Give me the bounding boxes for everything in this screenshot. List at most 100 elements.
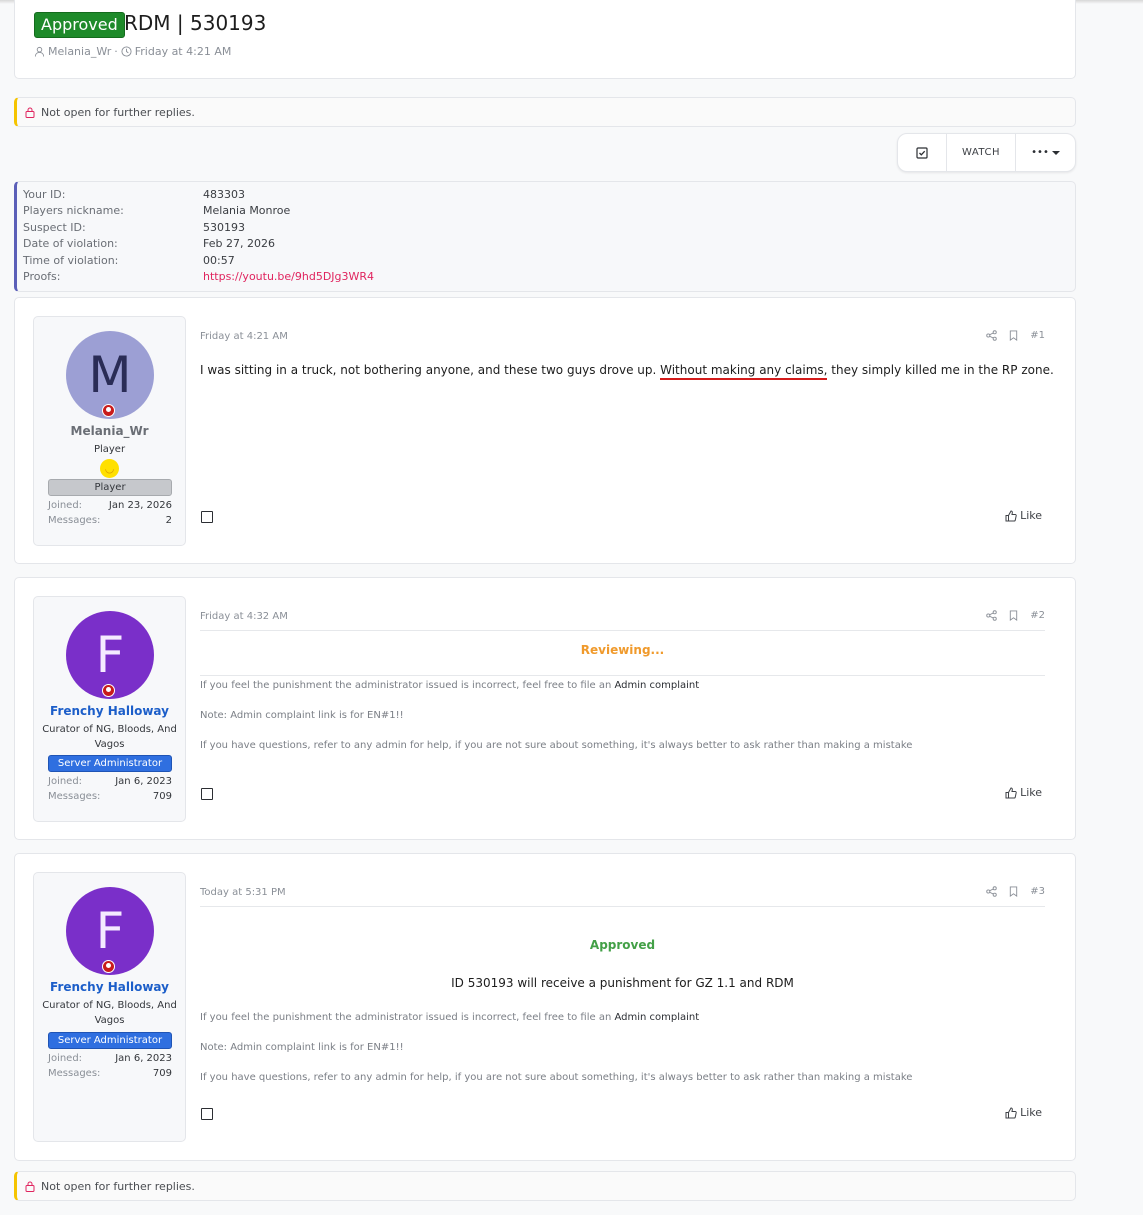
post-number[interactable]: #1 — [1030, 330, 1045, 341]
bookmark-icon[interactable] — [1008, 330, 1019, 341]
thread-author[interactable]: Melania_Wr — [48, 45, 111, 58]
user-banner: Server Administrator — [48, 755, 172, 772]
info-value-suspect-id: 530193 — [203, 221, 245, 234]
info-label-suspect-id: Suspect ID: — [23, 221, 86, 234]
post-actions: #3 — [986, 886, 1045, 897]
joined-value: Jan 6, 2023 — [115, 776, 172, 787]
info-value-your-id: 483303 — [203, 188, 245, 201]
locked-notice-top: Not open for further replies. — [14, 97, 1076, 127]
user-panel: F Frenchy Halloway Curator of NG, Bloods… — [33, 596, 186, 822]
divider — [200, 630, 1045, 631]
select-post-checkbox[interactable] — [201, 1108, 213, 1120]
thread-meta: Melania_Wr · Friday at 4:21 AM — [34, 45, 231, 58]
messages-stat: Messages: 709 — [48, 1068, 172, 1079]
more-options-button[interactable]: ••• — [1016, 134, 1075, 171]
status-dot — [103, 961, 114, 972]
user-banner: Player — [48, 479, 172, 496]
messages-stat: Messages: 709 — [48, 791, 172, 802]
messages-label: Messages: — [48, 1068, 101, 1079]
proofs-link[interactable]: https://youtu.be/9hd5DJg3WR4 — [203, 270, 374, 283]
watch-button[interactable]: WATCH — [947, 134, 1016, 171]
lock-icon — [25, 107, 35, 118]
post-date[interactable]: Today at 5:31 PM — [200, 887, 286, 898]
joined-value: Jan 6, 2023 — [115, 1053, 172, 1064]
select-post-checkbox[interactable] — [201, 511, 213, 523]
post-1: M Melania_Wr Player ◡ Player Joined: Jan… — [14, 297, 1076, 564]
locked-notice-text: Not open for further replies. — [41, 1179, 195, 1193]
thread-header: Approved RDM | 530193 Melania_Wr · Frida… — [14, 0, 1076, 79]
like-label: Like — [1020, 1106, 1042, 1119]
post-actions: #1 — [986, 330, 1045, 341]
messages-value[interactable]: 709 — [153, 1068, 172, 1079]
help-line: If you have questions, refer to any admi… — [200, 740, 913, 751]
messages-label: Messages: — [48, 791, 101, 802]
bookmark-icon[interactable] — [1008, 610, 1019, 621]
select-post-checkbox[interactable] — [201, 788, 213, 800]
checkbox-check-icon — [916, 146, 928, 159]
post-message: I was sitting in a truck, not bothering … — [200, 363, 1054, 380]
complaint-info-block: Your ID: 483303 Players nickname: Melani… — [14, 181, 1076, 292]
info-label-proofs: Proofs: — [23, 270, 61, 283]
divider — [200, 906, 1045, 907]
messages-value[interactable]: 2 — [166, 515, 172, 526]
status-approved: Approved — [589, 938, 656, 952]
messages-label: Messages: — [48, 515, 101, 526]
status-indicator — [102, 404, 115, 417]
messages-value[interactable]: 709 — [153, 791, 172, 802]
share-icon[interactable] — [986, 886, 997, 897]
admin-complaint-link[interactable]: Admin complaint — [614, 680, 699, 691]
message-text-end: they simply killed me in the RP zone. — [827, 363, 1054, 377]
user-title: Curator of NG, Bloods, And Vagos — [42, 724, 177, 750]
user-icon — [34, 46, 45, 57]
joined-label: Joined: — [48, 776, 83, 787]
thumbs-up-icon — [1005, 786, 1017, 798]
thread-action-group: WATCH ••• — [897, 133, 1076, 172]
share-icon[interactable] — [986, 610, 997, 621]
admin-complaint-link[interactable]: Admin complaint — [614, 1012, 699, 1023]
help-line: If you have questions, refer to any admi… — [200, 1072, 913, 1083]
status-dot — [103, 685, 114, 696]
like-label: Like — [1020, 786, 1042, 799]
locked-notice-text: Not open for further replies. — [41, 105, 195, 119]
post-2: F Frenchy Halloway Curator of NG, Bloods… — [14, 577, 1076, 840]
post-date[interactable]: Friday at 4:32 AM — [200, 611, 288, 622]
share-icon[interactable] — [986, 330, 997, 341]
user-title: Player — [93, 444, 126, 455]
thumbs-up-icon — [1005, 1106, 1017, 1118]
clock-icon — [121, 46, 132, 57]
complaint-info-line: If you feel the punishment the administr… — [200, 1012, 699, 1023]
thread-prefix-badge[interactable]: Approved — [34, 12, 125, 38]
like-button[interactable]: Like — [1005, 786, 1042, 799]
info-value-date: Feb 27, 2026 — [203, 237, 275, 250]
messages-stat: Messages: 2 — [48, 515, 172, 526]
joined-stat: Joined: Jan 23, 2026 — [48, 500, 172, 511]
like-button[interactable]: Like — [1005, 509, 1042, 522]
bookmark-icon[interactable] — [1008, 886, 1019, 897]
post-number[interactable]: #3 — [1030, 886, 1045, 897]
username[interactable]: Melania_Wr — [34, 424, 185, 438]
lock-icon — [25, 1181, 35, 1192]
like-button[interactable]: Like — [1005, 1106, 1042, 1119]
post-date[interactable]: Friday at 4:21 AM — [200, 331, 288, 342]
complaint-info-line: If you feel the punishment the administr… — [200, 680, 699, 691]
locked-notice-bottom: Not open for further replies. — [14, 1171, 1076, 1201]
thread-title: RDM | 530193 — [124, 11, 267, 35]
note-line: Note: Admin complaint link is for EN#1!! — [200, 710, 404, 721]
info-value-time: 00:57 — [203, 254, 235, 267]
username[interactable]: Frenchy Halloway — [34, 704, 185, 718]
post-3: F Frenchy Halloway Curator of NG, Bloods… — [14, 853, 1076, 1161]
user-title: Curator of NG, Bloods, And Vagos — [42, 1000, 177, 1026]
status-reviewing: Reviewing... — [580, 643, 665, 657]
thread-date[interactable]: Friday at 4:21 AM — [135, 45, 232, 58]
info-label-nickname: Players nickname: — [23, 204, 124, 217]
post-number[interactable]: #2 — [1030, 610, 1045, 621]
complaint-info-text: If you feel the punishment the administr… — [200, 680, 615, 691]
joined-label: Joined: — [48, 500, 83, 511]
mark-button[interactable] — [898, 134, 947, 171]
message-text-start: I was sitting in a truck, not bothering … — [200, 363, 661, 377]
status-dot — [103, 405, 114, 416]
username[interactable]: Frenchy Halloway — [34, 980, 185, 994]
joined-label: Joined: — [48, 1053, 83, 1064]
like-label: Like — [1020, 509, 1042, 522]
divider — [200, 675, 1045, 676]
